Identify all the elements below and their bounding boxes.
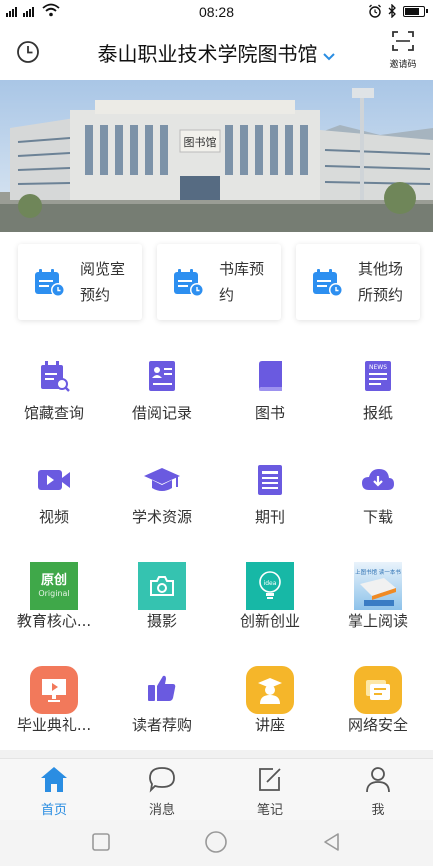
grid-label: 学术资源: [131, 508, 192, 526]
invite-code-label: 邀请码: [389, 60, 417, 70]
newspaper-icon: NEWS: [356, 354, 400, 398]
grid-item-lecture[interactable]: 讲座: [216, 652, 324, 756]
bottom-tab-bar: 首页 消息 笔记 我: [0, 758, 433, 820]
other-venue-booking-card[interactable]: 其他场所预约: [296, 244, 420, 320]
svg-text:NEWS: NEWS: [369, 364, 387, 371]
borrow-record-icon: [140, 354, 184, 398]
grid-label: 图书: [254, 404, 285, 422]
banner-sign-text: 图书馆: [184, 135, 217, 149]
back-icon[interactable]: [322, 832, 342, 852]
grid-item-education-core[interactable]: 原创 Original 教育核心...: [0, 548, 108, 652]
grid-item-photography[interactable]: 摄影: [108, 548, 216, 652]
cloud-download-icon: [356, 458, 400, 502]
calendar-clock-icon: [174, 269, 204, 297]
grid-label: 创新创业: [239, 612, 300, 630]
grid-item-download[interactable]: 下载: [324, 444, 432, 548]
grid-item-newspaper[interactable]: NEWS 报纸: [324, 340, 432, 444]
alarm-icon: [369, 4, 381, 18]
original-logo-subtext: Original: [38, 589, 70, 598]
original-logo-icon: 原创 Original: [30, 562, 78, 610]
home-button-icon[interactable]: [204, 830, 228, 854]
mobile-reading-banner-text: 上图书馆 读一本书: [355, 568, 401, 576]
grid-item-video[interactable]: 视频: [0, 444, 108, 548]
grid-label: 教育核心...: [16, 612, 92, 630]
tab-notes[interactable]: 笔记: [216, 765, 324, 818]
grid-label: 网络安全: [347, 716, 408, 734]
grid-item-graduation[interactable]: 毕业典礼...: [0, 652, 108, 756]
tab-label: 首页: [40, 803, 67, 818]
tab-label: 笔记: [256, 803, 283, 818]
calendar-clock-icon: [35, 269, 65, 297]
grid-label: 讲座: [254, 716, 285, 734]
mobile-reading-icon: 上图书馆 读一本书: [354, 562, 402, 610]
stack-booking-card[interactable]: 书库预约: [157, 244, 281, 320]
graduation-cap-icon: [140, 458, 184, 502]
journal-icon: [248, 458, 292, 502]
booking-section: 阅览室预约 书库预约 其他场所预约: [0, 232, 433, 332]
tab-home[interactable]: 首页: [0, 765, 108, 818]
grid-item-journals[interactable]: 期刊: [216, 444, 324, 548]
grid-label: 报纸: [362, 404, 393, 422]
profile-icon: [366, 767, 390, 793]
idea-text: idea: [264, 580, 277, 587]
grid-label: 下载: [362, 508, 393, 526]
network-security-icon: [354, 666, 402, 714]
grid-label: 摄影: [146, 612, 177, 630]
grid-item-network-security[interactable]: 网络安全: [324, 652, 432, 756]
grid-item-reader-recommend[interactable]: 读者荐购: [108, 652, 216, 756]
home-icon: [41, 767, 67, 792]
tab-profile[interactable]: 我: [324, 765, 432, 818]
library-selector[interactable]: 泰山职业技术学院图书馆: [0, 38, 433, 67]
grid-label: 毕业典礼...: [16, 716, 92, 734]
grid-item-borrow-record[interactable]: 借阅记录: [108, 340, 216, 444]
reading-room-booking-card[interactable]: 阅览室预约: [18, 244, 142, 320]
note-icon: [259, 768, 281, 791]
grid-label: 馆藏查询: [23, 404, 84, 422]
chevron-down-icon: [322, 52, 335, 60]
catalog-search-icon: [32, 354, 76, 398]
grid-label: 视频: [38, 508, 69, 526]
video-icon: [32, 458, 76, 502]
battery-icon: [403, 5, 428, 17]
book-icon: [248, 354, 292, 398]
tab-messages[interactable]: 消息: [108, 765, 216, 818]
grid-item-catalog-search[interactable]: 馆藏查询: [0, 340, 108, 444]
grid-label: 读者荐购: [131, 716, 192, 734]
grid-label: 期刊: [254, 508, 285, 526]
system-nav-bar: [0, 820, 433, 866]
library-building-photo: 图书馆: [0, 80, 433, 232]
thumbs-up-icon: [140, 666, 184, 710]
recent-apps-icon[interactable]: [91, 832, 111, 852]
grid-item-innovation[interactable]: idea 创新创业: [216, 548, 324, 652]
tab-label: 消息: [148, 803, 175, 818]
bluetooth-icon: [388, 4, 396, 18]
grid-item-academic-resources[interactable]: 学术资源: [108, 444, 216, 548]
grid-item-books[interactable]: 图书: [216, 340, 324, 444]
lecturer-icon: [246, 666, 294, 714]
camera-icon: [138, 562, 186, 610]
lightbulb-idea-icon: idea: [246, 562, 294, 610]
calendar-clock-icon: [313, 269, 343, 297]
presentation-icon: [30, 666, 78, 714]
reading-room-booking-label: 阅览室预约: [80, 260, 126, 304]
other-venue-booking-label: 其他场所预约: [358, 260, 404, 304]
stack-booking-label: 书库预约: [219, 260, 265, 304]
page-title: 泰山职业技术学院图书馆: [97, 42, 318, 66]
scan-frame-icon: [392, 31, 414, 51]
tab-label: 我: [371, 803, 385, 818]
section-divider: [0, 750, 433, 758]
status-bar: 08:28: [0, 0, 433, 24]
grid-label: 借阅记录: [131, 404, 192, 422]
grid-item-mobile-reading[interactable]: 上图书馆 读一本书 掌上阅读: [324, 548, 432, 652]
invite-code-button[interactable]: 邀请码: [385, 30, 421, 70]
app-header: 泰山职业技术学院图书馆 邀请码: [0, 24, 433, 80]
original-logo-text: 原创: [40, 573, 67, 588]
library-banner-image[interactable]: 图书馆: [0, 80, 433, 232]
message-icon: [149, 767, 175, 793]
grid-label: 掌上阅读: [347, 612, 408, 630]
